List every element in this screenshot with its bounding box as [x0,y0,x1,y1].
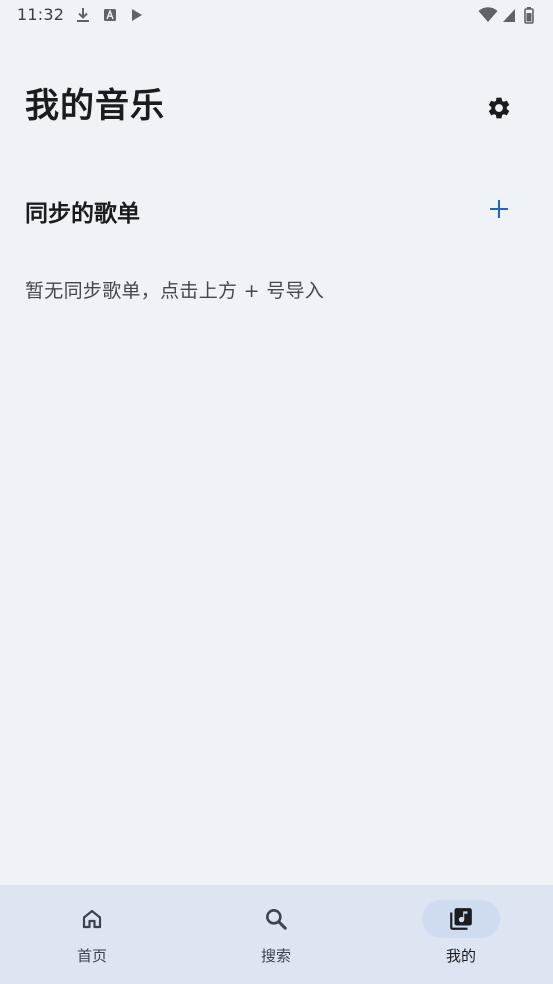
nav-label-home: 首页 [76,947,107,965]
bottom-navigation: 首页 搜索 我的 [0,885,553,984]
nav-item-mine[interactable]: 我的 [369,885,553,984]
add-playlist-button[interactable] [483,193,515,225]
status-bar: 11:32 [0,0,553,32]
status-time: 11:32 [17,5,65,24]
battery-icon [524,7,534,24]
home-icon [82,909,102,929]
nav-pill [237,900,315,938]
music-library-icon [450,908,472,930]
search-icon [266,909,287,930]
nav-pill [53,900,131,938]
nav-item-search[interactable]: 搜索 [184,885,368,984]
nav-item-home[interactable]: 首页 [0,885,184,984]
nav-pill-active [422,900,500,938]
download-icon [77,8,89,22]
empty-playlist-message: 暂无同步歌单，点击上方 + 号导入 [25,280,325,302]
nav-label-search: 搜索 [260,947,291,965]
gear-icon [488,97,510,119]
section-title: 同步的歌单 [25,201,140,227]
plus-icon [490,200,508,218]
nav-label-mine: 我的 [445,947,476,965]
settings-button[interactable] [482,91,516,125]
signal-icon [503,9,515,22]
page-title: 我的音乐 [25,86,165,126]
play-icon [132,9,142,21]
wifi-icon [478,7,498,22]
font-a-icon [104,9,116,21]
